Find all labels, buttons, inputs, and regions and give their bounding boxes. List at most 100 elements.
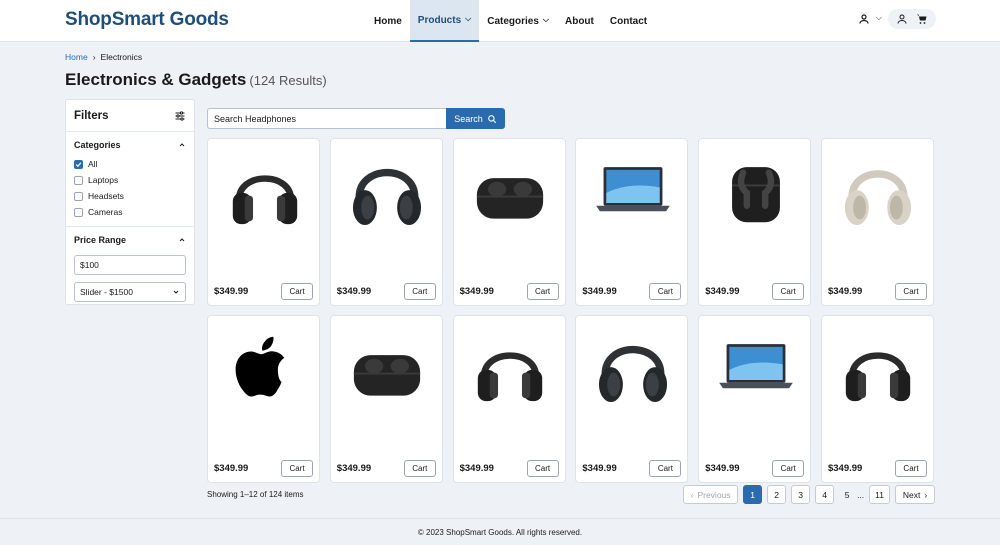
product-price: $349.99	[336, 463, 372, 474]
search-icon	[487, 114, 496, 123]
page-2-button[interactable]: 2	[767, 485, 787, 504]
add-to-cart-button[interactable]: Cart	[526, 283, 559, 300]
footer: © 2023 ShopSmart Goods. All rights reser…	[0, 518, 1000, 545]
earbuds-open-icon[interactable]	[699, 145, 812, 237]
nav-products[interactable]: Products ⌵	[409, 0, 480, 42]
nav-about-label: About	[564, 15, 594, 27]
cart-icon[interactable]	[916, 13, 928, 25]
product-card[interactable]: $349.99 Cart	[575, 315, 689, 483]
category-all-label: All	[88, 159, 98, 169]
page-5-button[interactable]: 5	[842, 485, 852, 504]
headphones-dark-icon[interactable]	[576, 322, 689, 414]
product-price: $349.99	[459, 463, 494, 474]
header-actions: ⌵	[858, 9, 936, 29]
checkbox[interactable]	[74, 175, 83, 185]
apple-logo-icon[interactable]	[208, 322, 321, 414]
filters-panel: Filters Categories All Laptops Headsets …	[65, 99, 195, 305]
page-1-button[interactable]: 1	[743, 485, 763, 504]
product-card[interactable]: $349.99 Cart	[329, 138, 444, 306]
product-card[interactable]: $349.99 Cart	[820, 315, 935, 483]
checkbox[interactable]	[74, 191, 83, 201]
chevron-up-icon	[179, 238, 185, 242]
add-to-cart-button[interactable]: Cart	[894, 283, 927, 300]
brand-logo[interactable]: ShopSmart Goods	[65, 9, 229, 31]
page-title: Electronics & Gadgets (124 Results)	[65, 70, 327, 90]
nav-home[interactable]: Home	[366, 0, 410, 42]
product-card[interactable]: $349.99 Cart	[698, 315, 812, 483]
user-icon	[859, 14, 869, 24]
nav-products-label: Products	[417, 14, 462, 26]
category-cameras[interactable]: Cameras	[66, 204, 194, 220]
product-card[interactable]: $349.99 Cart	[698, 138, 812, 306]
price-range-title: Price Range	[74, 235, 127, 245]
breadcrumb-current: Electronics	[100, 52, 143, 62]
headphones-black-icon[interactable]	[454, 322, 567, 414]
price-min-input[interactable]: $100	[74, 255, 186, 275]
next-label: Next	[902, 489, 921, 500]
add-to-cart-button[interactable]: Cart	[281, 460, 313, 477]
previous-page-button[interactable]: ‹ Previous	[683, 485, 739, 504]
product-price: $349.99	[827, 286, 863, 297]
product-price: $349.99	[214, 286, 249, 297]
sliders-icon[interactable]	[174, 110, 186, 122]
breadcrumb: Home › Electronics	[65, 52, 142, 62]
add-to-cart-button[interactable]: Cart	[772, 460, 805, 477]
headphones-silver-icon[interactable]	[822, 145, 935, 237]
nav-categories[interactable]: Categories ⌵	[479, 0, 557, 42]
page-4-button[interactable]: 4	[815, 485, 835, 504]
product-card[interactable]: $349.99 Cart	[452, 315, 567, 483]
add-to-cart-button[interactable]: Cart	[281, 283, 313, 300]
categories-section-header[interactable]: Categories	[66, 134, 194, 156]
headphones-black-icon[interactable]	[822, 322, 935, 414]
price-slider-value: Slider - $1500	[80, 287, 133, 297]
category-headsets-label: Headsets	[88, 191, 124, 201]
nav-contact-label: Contact	[609, 15, 648, 27]
earbuds-case-icon[interactable]	[454, 145, 567, 237]
nav-contact[interactable]: Contact	[602, 0, 655, 42]
price-slider-select[interactable]: Slider - $1500	[74, 282, 186, 302]
next-page-button[interactable]: Next ›	[895, 485, 935, 504]
earbuds-case-icon[interactable]	[331, 322, 444, 414]
product-card[interactable]: $349.99 Cart	[575, 138, 689, 306]
add-to-cart-button[interactable]: Cart	[649, 283, 682, 300]
chevron-down-icon: ⌵	[542, 15, 549, 24]
laptop-icon[interactable]	[699, 322, 812, 414]
search-input[interactable]: Search Headphones	[207, 108, 446, 129]
price-section-header[interactable]: Price Range	[66, 229, 194, 251]
user-menu-button[interactable]: ⌵	[858, 13, 882, 25]
add-to-cart-button[interactable]: Cart	[403, 460, 436, 477]
laptop-icon[interactable]	[576, 145, 689, 237]
nav-categories-label: Categories	[487, 15, 539, 27]
search-button-label: Search	[454, 113, 483, 124]
add-to-cart-button[interactable]: Cart	[526, 460, 559, 477]
add-to-cart-button[interactable]: Cart	[772, 283, 805, 300]
product-card[interactable]: $349.99 Cart	[329, 315, 444, 483]
account-cart-group	[888, 9, 936, 29]
add-to-cart-button[interactable]: Cart	[403, 283, 436, 300]
category-headsets[interactable]: Headsets	[66, 188, 194, 204]
account-icon[interactable]	[896, 13, 908, 25]
product-card[interactable]: $349.99 Cart	[452, 138, 567, 306]
headphones-dark-icon[interactable]	[331, 145, 444, 237]
nav-about[interactable]: About	[557, 0, 602, 42]
product-price: $349.99	[582, 286, 617, 297]
product-card[interactable]: $349.99 Cart	[820, 138, 935, 306]
category-laptops-label: Laptops	[88, 175, 119, 185]
category-laptops[interactable]: Laptops	[66, 172, 194, 188]
chevron-right-icon: ›	[924, 489, 928, 500]
product-card[interactable]: $349.99 Cart	[207, 315, 320, 483]
product-price: $349.99	[214, 463, 249, 474]
product-card[interactable]: $349.99 Cart	[207, 138, 320, 306]
page-3-button[interactable]: 3	[791, 485, 811, 504]
add-to-cart-button[interactable]: Cart	[894, 460, 927, 477]
chevron-down-icon	[173, 290, 179, 294]
category-all[interactable]: All	[66, 156, 194, 172]
checkbox[interactable]	[74, 207, 83, 217]
product-price: $349.99	[582, 463, 617, 474]
headphones-black-icon[interactable]	[208, 145, 321, 237]
add-to-cart-button[interactable]: Cart	[649, 460, 682, 477]
checkbox-checked[interactable]	[74, 159, 83, 169]
breadcrumb-home[interactable]: Home	[65, 52, 88, 62]
search-button[interactable]: Search	[446, 108, 505, 129]
page-11-button[interactable]: 11	[869, 485, 890, 504]
